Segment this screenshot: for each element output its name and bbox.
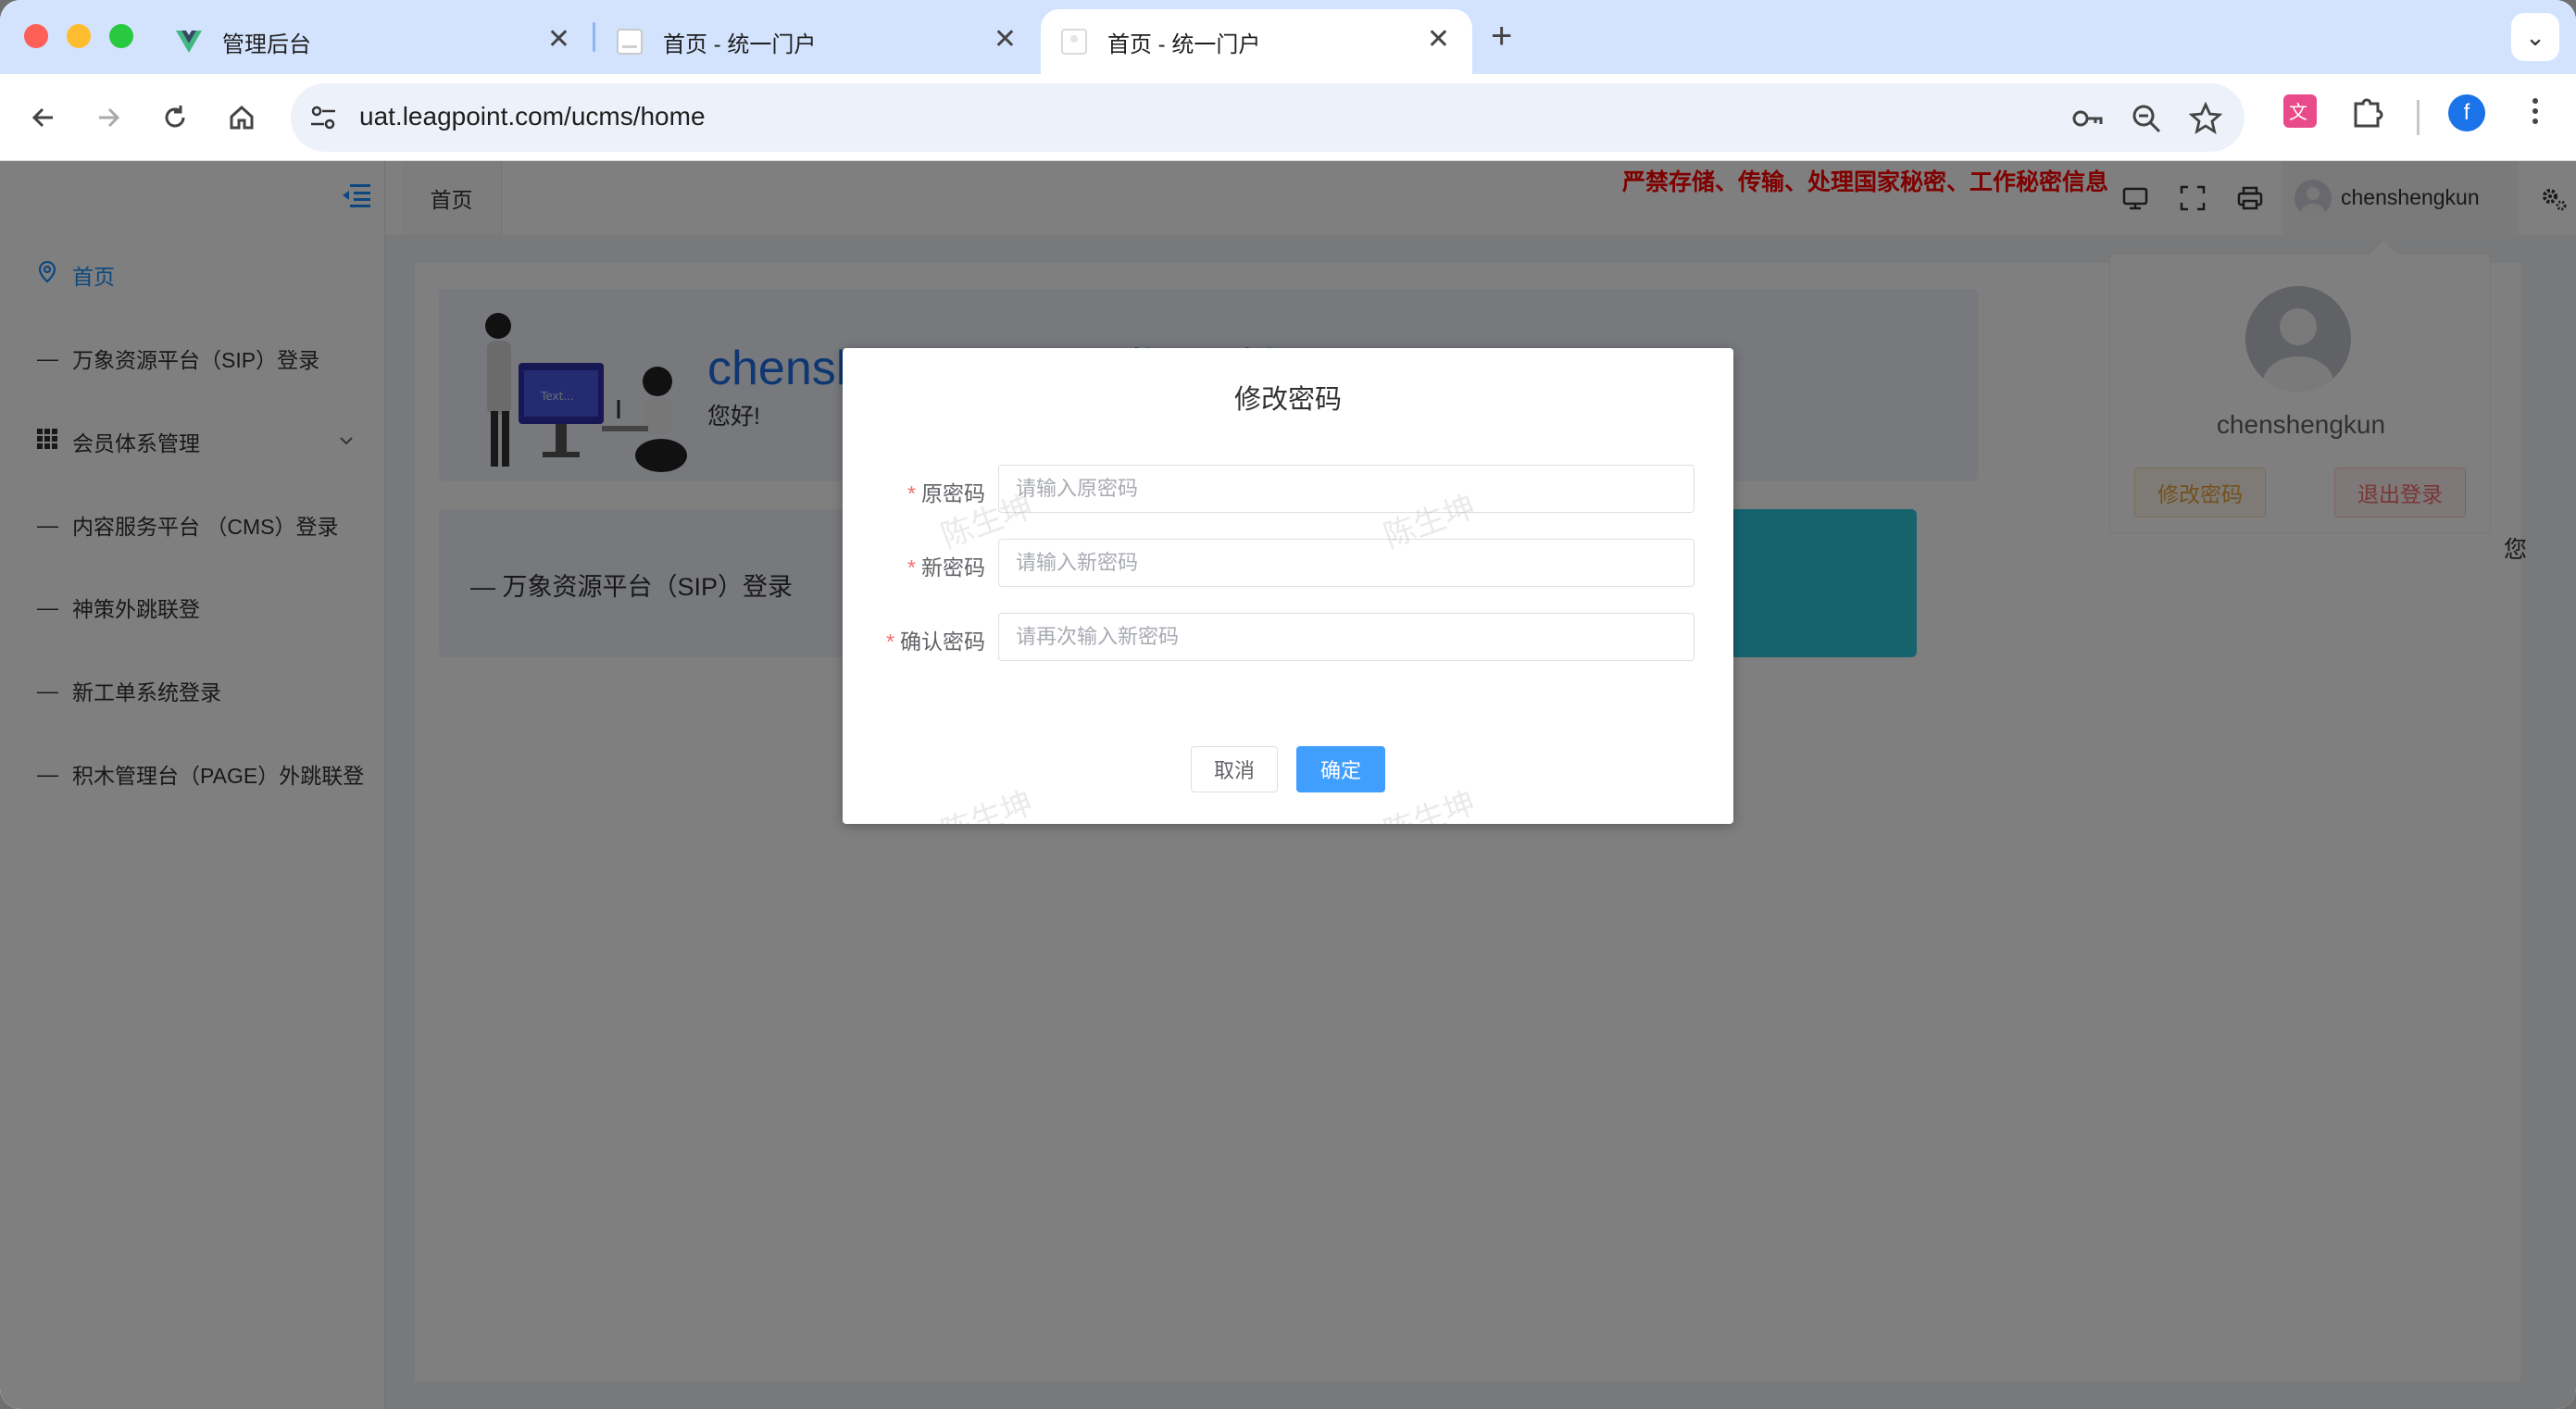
tab-search-button[interactable]: ⌄ — [2511, 13, 2559, 61]
translate-extension-icon[interactable]: 文 — [2282, 93, 2319, 130]
bookmark-star-icon[interactable] — [2189, 102, 2222, 135]
tab-close-icon[interactable]: ✕ — [1427, 26, 1450, 54]
browser-toolbar: uat.leagpoint.com/ucms/home 文 f — [0, 74, 2576, 161]
page-icon — [617, 29, 643, 55]
dialog-title: 修改密码 — [1233, 385, 1342, 415]
page-icon — [1061, 29, 1087, 55]
vue-logo-icon — [176, 31, 202, 53]
zoom-out-icon[interactable] — [2130, 102, 2163, 135]
reload-button[interactable] — [152, 94, 198, 141]
browser-window: 管理后台 ✕ 首页 - 统一门户 ✕ 首页 - 统一门户 ✕ + ⌄ uat.l… — [0, 0, 2576, 1409]
confirm-button[interactable]: 确定 — [1296, 746, 1385, 792]
url-text[interactable]: uat.leagpoint.com/ucms/home — [359, 102, 706, 131]
reload-icon — [165, 106, 185, 128]
browser-tab[interactable]: 管理后台 ✕ — [0, 9, 593, 74]
new-tab-button[interactable]: + — [1491, 17, 1512, 56]
kebab-menu-icon[interactable] — [2517, 93, 2554, 130]
home-button[interactable] — [219, 94, 265, 141]
confirm-password-label: * 确认密码 — [886, 624, 985, 655]
arrow-right-icon — [99, 107, 120, 128]
forward-button[interactable] — [85, 94, 131, 141]
tab-close-icon[interactable]: ✕ — [994, 26, 1017, 54]
field-label: 新密码 — [921, 555, 985, 580]
confirm-password-input[interactable] — [998, 613, 1694, 661]
field-label: 确认密码 — [900, 630, 985, 654]
browser-tab[interactable]: 首页 - 统一门户 ✕ — [594, 9, 1039, 74]
address-bar[interactable]: uat.leagpoint.com/ucms/home — [291, 83, 2245, 152]
back-button[interactable] — [20, 94, 67, 141]
required-mark: * — [907, 481, 916, 505]
site-settings-icon[interactable] — [307, 102, 339, 133]
tab-strip: 管理后台 ✕ 首页 - 统一门户 ✕ 首页 - 统一门户 ✕ + ⌄ — [0, 0, 2576, 74]
arrow-left-icon — [31, 107, 53, 128]
tab-title: 首页 - 统一门户 — [1107, 31, 1261, 57]
tab-close-icon[interactable]: ✕ — [547, 26, 570, 54]
change-password-dialog: 修改密码 * 原密码 * 新密码 * 确认密码 陈生坤 陈生坤 陈生坤 陈生坤 取消 … — [843, 348, 1733, 824]
new-password-input[interactable] — [998, 539, 1694, 587]
watermark: 陈生坤 — [1379, 785, 1481, 824]
cancel-button[interactable]: 取消 — [1191, 746, 1278, 792]
toolbar-divider — [2417, 100, 2420, 135]
tab-title: 首页 - 统一门户 — [663, 31, 817, 57]
browser-tab-active[interactable]: 首页 - 统一门户 ✕ — [1041, 9, 1472, 74]
required-mark: * — [886, 630, 894, 654]
extensions-puzzle-icon[interactable] — [2348, 93, 2385, 130]
profile-avatar[interactable]: f — [2448, 94, 2485, 131]
home-icon — [230, 105, 254, 130]
svg-text:文: 文 — [2289, 101, 2307, 123]
old-password-input[interactable] — [998, 465, 1694, 513]
confirm-password-row: * 确认密码 — [843, 613, 1733, 661]
new-password-label: * 新密码 — [907, 550, 985, 581]
watermark: 陈生坤 — [936, 785, 1038, 824]
required-mark: * — [907, 555, 916, 580]
key-icon[interactable] — [2070, 102, 2104, 135]
tab-title: 管理后台 — [222, 31, 311, 57]
